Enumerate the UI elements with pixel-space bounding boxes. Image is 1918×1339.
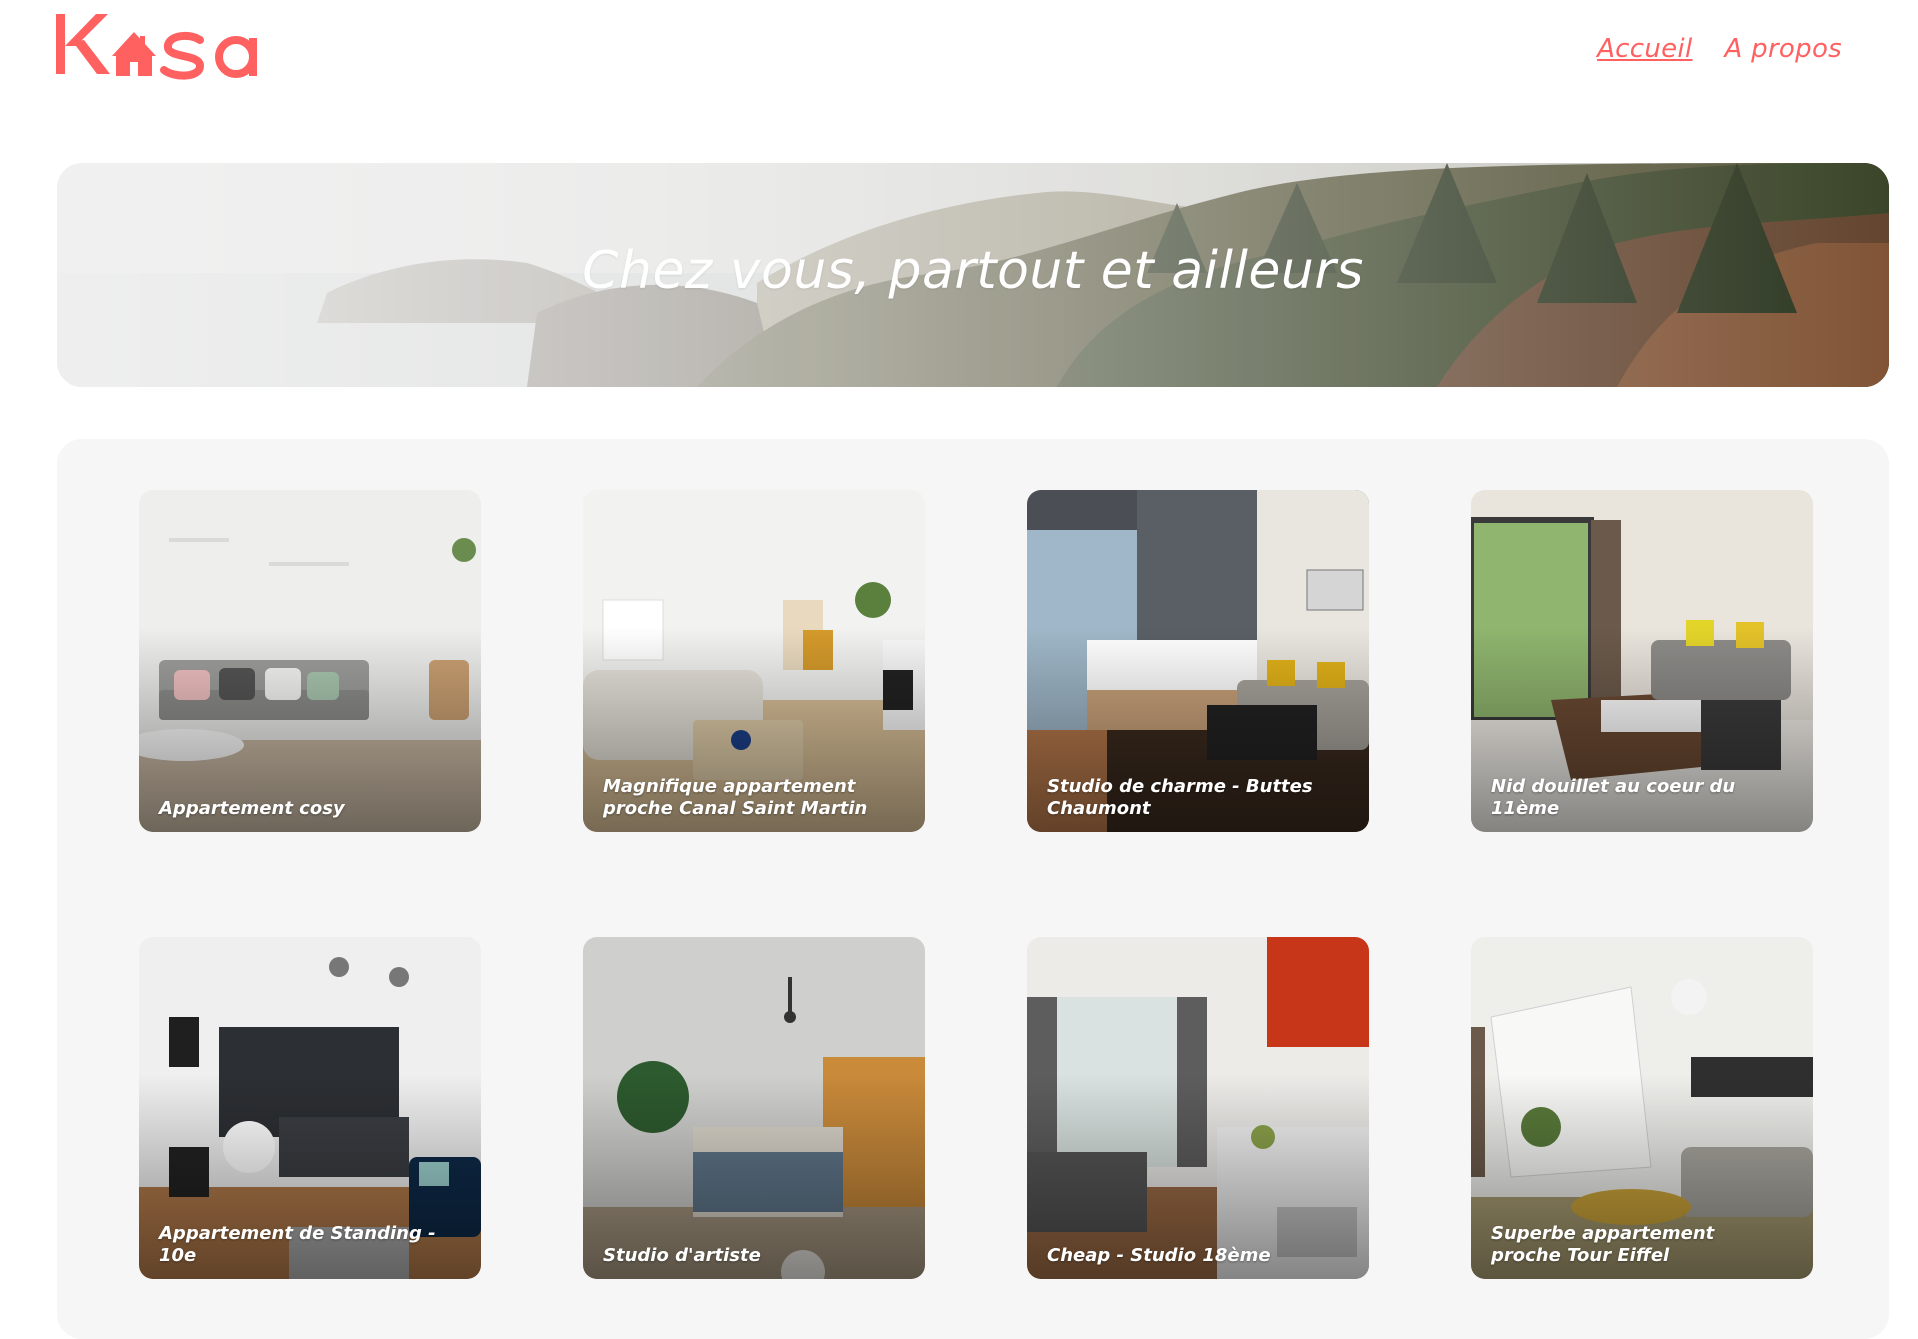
listing-card[interactable]: Nid douillet au coeur du 11ème	[1471, 490, 1813, 832]
listing-title: Studio d'artiste	[603, 1245, 761, 1266]
listing-card[interactable]: Cheap - Studio 18ème	[1027, 937, 1369, 1279]
listing-card[interactable]: Studio de charme - Buttes Chaumont	[1027, 490, 1369, 832]
main-nav: Accueil A propos	[1597, 34, 1842, 64]
listing-title: Nid douillet au coeur du 11ème	[1491, 776, 1736, 819]
listing-title: Magnifique appartement proche Canal Sain…	[603, 776, 868, 819]
listing-card[interactable]: Magnifique appartement proche Canal Sain…	[583, 490, 925, 832]
kasa-logo[interactable]	[56, 10, 276, 84]
nav-link-accueil[interactable]: Accueil	[1597, 34, 1692, 64]
listings-gallery: Appartement cosy Magnifique appartement …	[57, 439, 1889, 1339]
listing-title: Superbe appartement proche Tour Eiffel	[1491, 1223, 1715, 1266]
kasa-logo-mark	[56, 14, 257, 80]
listing-card[interactable]: Appartement cosy	[139, 490, 481, 832]
listing-card[interactable]: Appartement de Standing - 10e	[139, 937, 481, 1279]
listing-title: Appartement cosy	[159, 798, 345, 819]
listing-title: Appartement de Standing - 10e	[159, 1223, 436, 1266]
listing-title: Studio de charme - Buttes Chaumont	[1047, 776, 1313, 819]
listing-card[interactable]: Studio d'artiste	[583, 937, 925, 1279]
banner-title: Chez vous, partout et ailleurs	[582, 241, 1364, 301]
nav-link-a-propos[interactable]: A propos	[1724, 34, 1842, 64]
listing-title: Cheap - Studio 18ème	[1047, 1245, 1271, 1266]
hero-banner: Chez vous, partout et ailleurs	[57, 163, 1889, 387]
listing-card[interactable]: Superbe appartement proche Tour Eiffel	[1471, 937, 1813, 1279]
site-header: Accueil A propos	[0, 0, 1918, 110]
